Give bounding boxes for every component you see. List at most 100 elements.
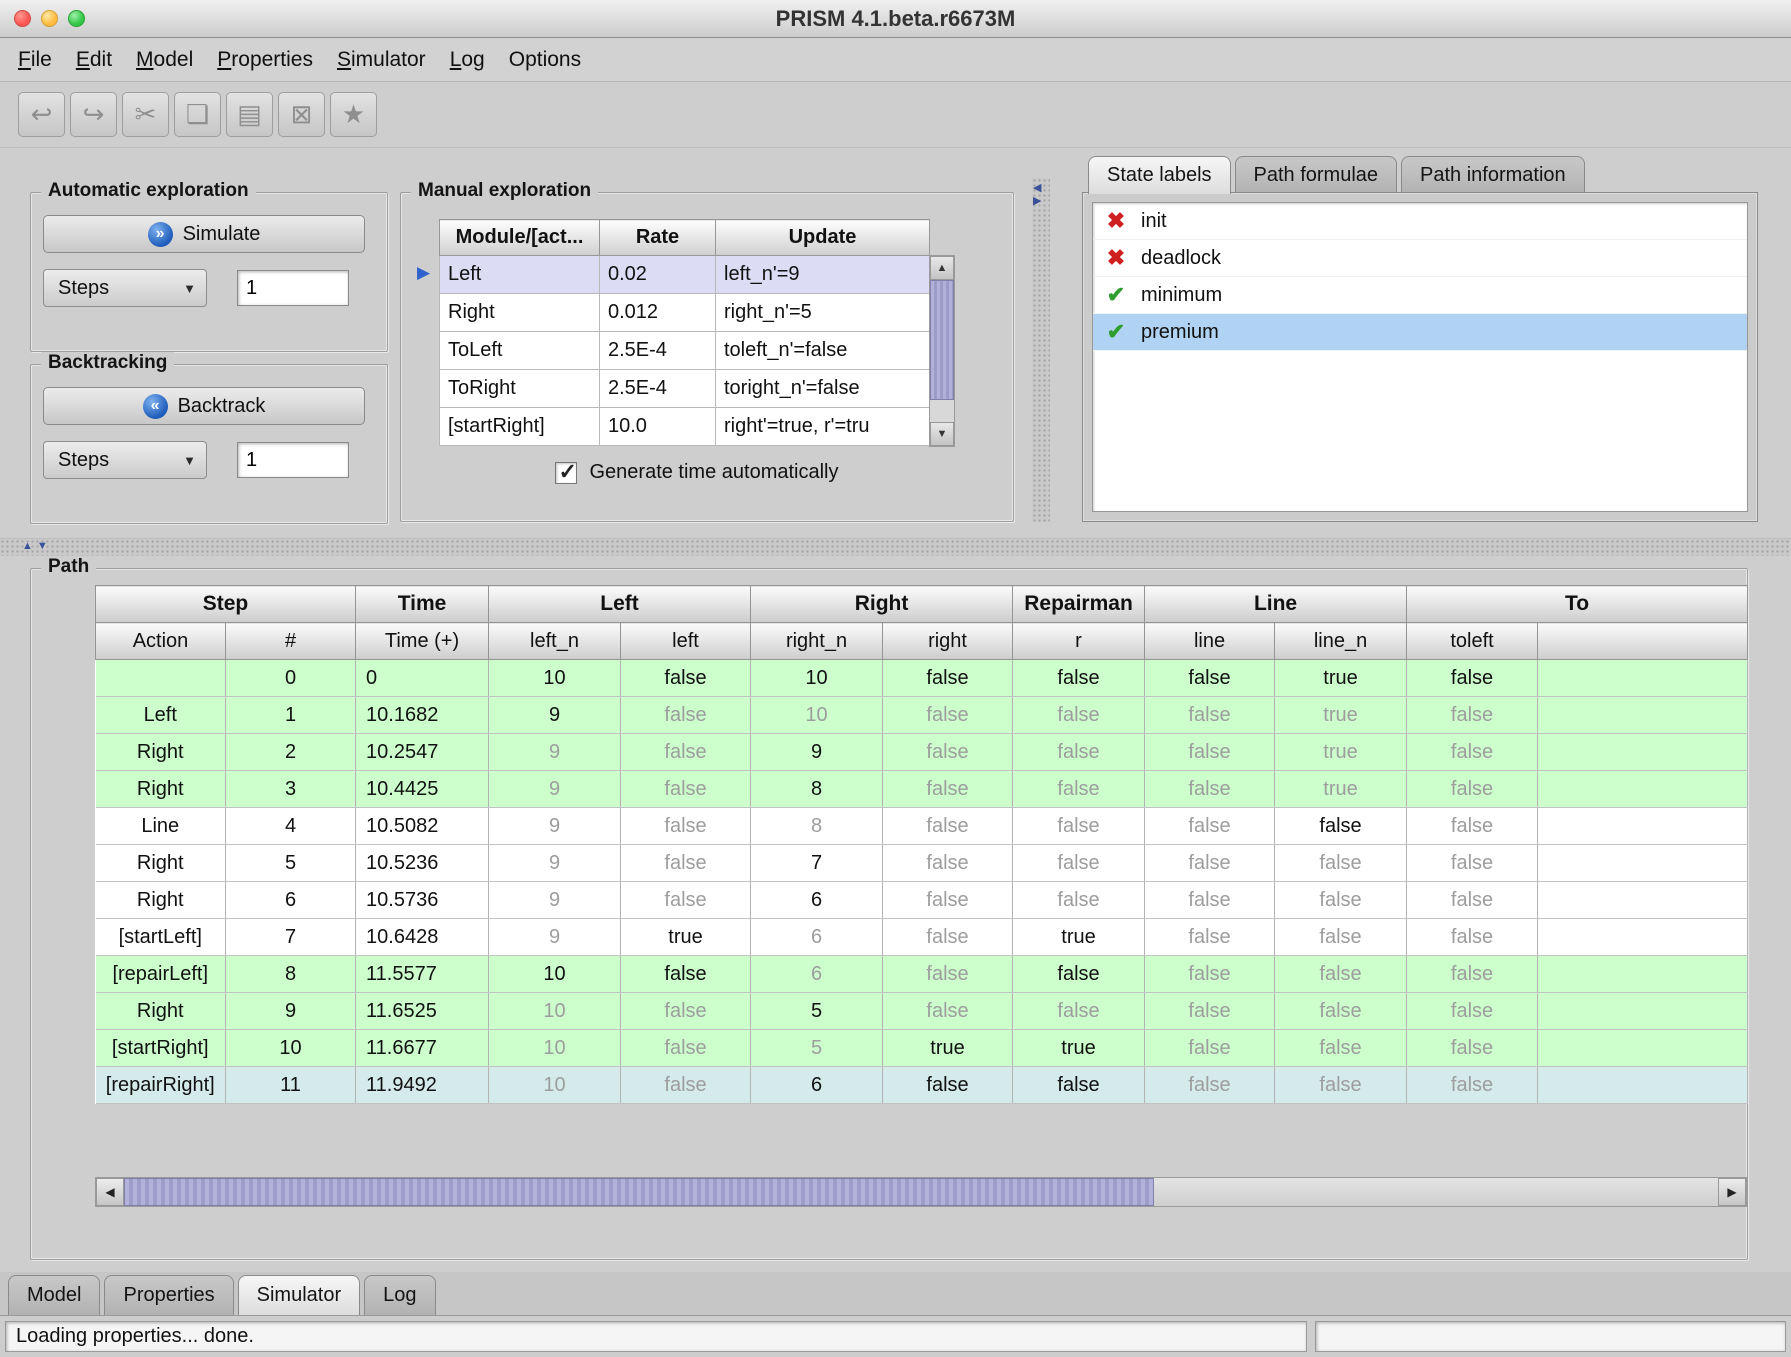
manual-table-scrollbar[interactable]: ▲ ▼ [929, 255, 955, 447]
auto-steps-input[interactable] [237, 270, 349, 306]
menu-model[interactable]: Model [124, 48, 205, 72]
menu-file[interactable]: File [6, 48, 64, 72]
path-scrollbar[interactable]: ◀ ▶ [95, 1177, 1747, 1207]
path-row[interactable]: [startRight]1011.667710false5truetruefal… [96, 1030, 1748, 1067]
star-icon[interactable]: ★ [330, 92, 377, 137]
state-label-item[interactable]: ✔premium [1093, 314, 1747, 351]
titlebar[interactable]: PRISM 4.1.beta.r6673M [0, 0, 1791, 38]
path-row[interactable]: [repairRight]1111.949210false6falsefalse… [96, 1067, 1748, 1104]
scroll-right-button[interactable]: ▶ [1718, 1178, 1746, 1206]
path-cell: false [1013, 771, 1145, 808]
vertical-splitter[interactable] [1032, 178, 1050, 522]
path-cell [1538, 882, 1748, 919]
path-cell: false [883, 771, 1013, 808]
bottom-tab-model[interactable]: Model [8, 1275, 100, 1315]
path-cell: 6 [751, 1067, 883, 1104]
path-cell: 5 [751, 1030, 883, 1067]
path-cell: false [1145, 771, 1275, 808]
tab-state-labels[interactable]: State labels [1088, 156, 1231, 194]
path-cell: false [883, 808, 1013, 845]
path-cell: 11.6525 [356, 993, 489, 1030]
scrollbar-thumb[interactable] [930, 280, 954, 400]
bottom-tab-log[interactable]: Log [364, 1275, 435, 1315]
path-row[interactable]: 0010false10falsefalsefalsetruefalse [96, 660, 1748, 697]
backtrack-button[interactable]: « Backtrack [43, 387, 365, 425]
manual-cell-rate: 2.5E-4 [600, 370, 716, 408]
scroll-left-button[interactable]: ◀ [96, 1178, 124, 1206]
path-cell: false [621, 882, 751, 919]
right-tabs: State labelsPath formulaePath informatio… [1088, 156, 1585, 194]
path-cell: false [1145, 956, 1275, 993]
state-label-item[interactable]: ✖deadlock [1093, 240, 1747, 277]
state-label-item[interactable]: ✖init [1093, 203, 1747, 240]
horizontal-splitter-arrows-icon[interactable]: ▲▼ [22, 540, 52, 552]
vertical-splitter-arrows-icon[interactable]: ◀▶ [1033, 182, 1041, 208]
paste-icon[interactable]: ▤ [226, 92, 273, 137]
state-label-name: deadlock [1141, 247, 1221, 270]
cut-icon[interactable]: ✂ [122, 92, 169, 137]
delete-icon[interactable]: ⊠ [278, 92, 325, 137]
backtrack-steps-input[interactable] [237, 442, 349, 478]
manual-cell-update: left_n'=9 [716, 256, 930, 294]
path-cell: Right [96, 993, 226, 1030]
menu-options[interactable]: Options [497, 48, 593, 72]
copy-icon[interactable]: ❏ [174, 92, 221, 137]
scrollbar-track[interactable] [930, 280, 954, 422]
path-row[interactable]: [startLeft]710.64289true6falsetruefalsef… [96, 919, 1748, 956]
simulate-button[interactable]: » Simulate [43, 215, 365, 253]
manual-column-header: Module/[act... [440, 220, 600, 256]
scrollbar-thumb[interactable] [124, 1178, 1154, 1206]
minimize-window-button[interactable] [41, 10, 58, 27]
tab-path-formulae[interactable]: Path formulae [1235, 156, 1398, 194]
path-row[interactable]: Right911.652510false5falsefalsefalsefals… [96, 993, 1748, 1030]
generate-time-checkbox[interactable] [555, 462, 577, 484]
path-row[interactable]: Line410.50829false8falsefalsefalsefalsef… [96, 808, 1748, 845]
manual-row[interactable]: Right0.012right_n'=5 [440, 294, 930, 332]
path-cell: false [1013, 956, 1145, 993]
tab-path-information[interactable]: Path information [1401, 156, 1585, 194]
bottom-tab-properties[interactable]: Properties [104, 1275, 233, 1315]
manual-row[interactable]: ToLeft2.5E-4toleft_n'=false [440, 332, 930, 370]
manual-row[interactable]: Left0.02left_n'=9 [440, 256, 930, 294]
path-column-header: Action [96, 623, 226, 660]
top-region: Automatic exploration » Simulate Steps ▼… [0, 148, 1791, 538]
path-cell: 5 [226, 845, 356, 882]
menu-simulator[interactable]: Simulator [325, 48, 438, 72]
horizontal-splitter[interactable]: ▲▼ [0, 538, 1791, 556]
path-cell: 7 [226, 919, 356, 956]
manual-row[interactable]: ToRight2.5E-4toright_n'=false [440, 370, 930, 408]
state-label-item[interactable]: ✔minimum [1093, 277, 1747, 314]
path-row[interactable]: Right210.25479false9falsefalsefalsetruef… [96, 734, 1748, 771]
path-row[interactable]: [repairLeft]811.557710false6falsefalsefa… [96, 956, 1748, 993]
state-label-name: minimum [1141, 284, 1222, 307]
scroll-down-button[interactable]: ▼ [930, 422, 954, 446]
close-window-button[interactable] [14, 10, 31, 27]
forward-arrow-icon[interactable]: ↪ [70, 92, 117, 137]
path-cell [1538, 660, 1748, 697]
path-row[interactable]: Right310.44259false8falsefalsefalsetruef… [96, 771, 1748, 808]
menu-log[interactable]: Log [438, 48, 497, 72]
path-cell: false [1275, 845, 1407, 882]
path-cell: 9 [489, 845, 621, 882]
bottom-tab-simulator[interactable]: Simulator [238, 1275, 360, 1315]
menu-edit[interactable]: Edit [64, 48, 124, 72]
path-row[interactable]: Right510.52369false7falsefalsefalsefalse… [96, 845, 1748, 882]
menu-properties[interactable]: Properties [205, 48, 325, 72]
path-group-header: Line [1145, 586, 1407, 623]
manual-cell-update: toleft_n'=false [716, 332, 930, 370]
zoom-window-button[interactable] [68, 10, 85, 27]
path-row[interactable]: Right610.57369false6falsefalsefalsefalse… [96, 882, 1748, 919]
backtrack-rewind-icon: « [143, 394, 168, 419]
path-cell: 10 [489, 993, 621, 1030]
backtrack-steps-combo[interactable]: Steps ▼ [43, 441, 207, 479]
manual-row[interactable]: [startRight]10.0right'=true, r'=tru [440, 408, 930, 446]
path-row[interactable]: Left110.16829false10falsefalsefalsetruef… [96, 697, 1748, 734]
auto-steps-combo[interactable]: Steps ▼ [43, 269, 207, 307]
window-controls [14, 10, 85, 27]
path-column-header: r [1013, 623, 1145, 660]
manual-cell-rate: 0.012 [600, 294, 716, 332]
generate-time-row: Generate time automatically [439, 461, 955, 484]
back-arrow-icon[interactable]: ↩ [18, 92, 65, 137]
scroll-up-button[interactable]: ▲ [930, 256, 954, 280]
path-cell: false [1013, 697, 1145, 734]
